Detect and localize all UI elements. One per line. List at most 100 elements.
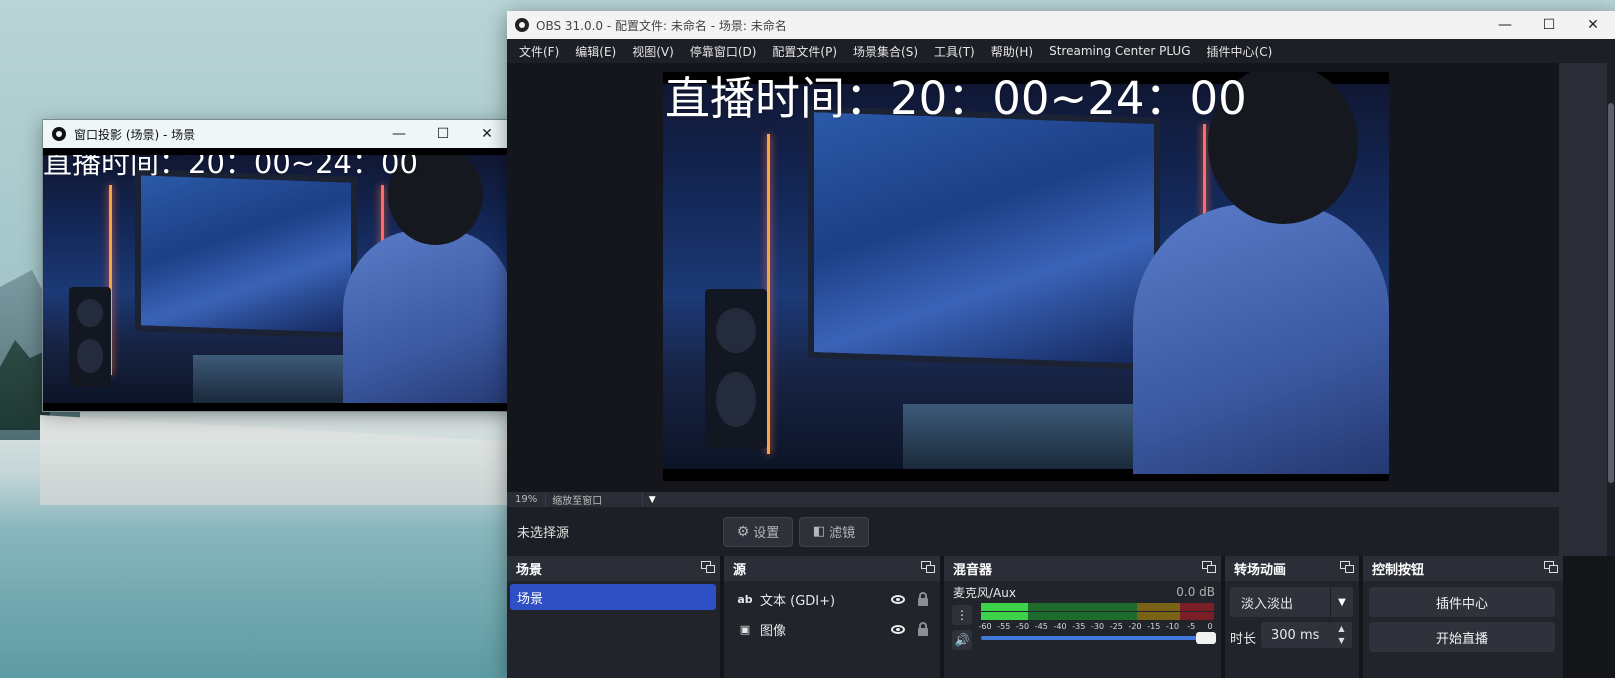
- scrollbar-thumb[interactable]: [1608, 103, 1614, 483]
- gaming-scene-image: [43, 155, 509, 403]
- close-icon[interactable]: ✕: [1571, 11, 1615, 39]
- lock-icon[interactable]: [918, 592, 928, 606]
- preview-overlay-text: 直播时间：20：00~24：00: [665, 72, 1247, 125]
- menu-plugin-center[interactable]: 插件中心(C): [1199, 43, 1281, 60]
- obs-logo-icon: [515, 18, 529, 32]
- meter-tick-label: -10: [1165, 622, 1180, 631]
- gear-icon: ⚙: [736, 523, 750, 540]
- projector-titlebar[interactable]: 窗口投影 (场景) - 场景 — ☐ ✕: [43, 120, 509, 148]
- speaker-shape: [69, 287, 111, 387]
- projector-window[interactable]: 窗口投影 (场景) - 场景 — ☐ ✕ 直播时间：20：00~24：00: [42, 119, 510, 412]
- menu-bar: 文件(F) 编辑(E) 视图(V) 停靠窗口(D) 配置文件(P) 场景集合(S…: [507, 39, 1615, 63]
- right-dock-strip: [1559, 63, 1615, 568]
- zoom-percent: 19%: [507, 492, 547, 507]
- chevron-up-icon[interactable]: ▲: [1338, 623, 1344, 635]
- mixer-dock: 混音器 麦克风/Aux 0.0 dB ⋮ 🔊 -60 -55 -50 -45 -40 -3…: [944, 556, 1221, 678]
- gaming-scene-image: [663, 72, 1389, 474]
- chevron-down-icon[interactable]: ▼: [1338, 635, 1344, 647]
- volume-slider-knob[interactable]: [1196, 632, 1216, 644]
- obs-title: OBS 31.0.0 - 配置文件: 未命名 - 场景: 未命名: [536, 18, 787, 33]
- source-item-image[interactable]: ▣ 图像: [724, 614, 940, 644]
- popout-icon[interactable]: [1340, 561, 1354, 573]
- menu-edit[interactable]: 编辑(E): [567, 43, 624, 60]
- menu-streaming-center[interactable]: Streaming Center PLUG: [1041, 44, 1198, 58]
- speaker-icon[interactable]: 🔊: [952, 630, 972, 650]
- popout-icon[interactable]: [1544, 561, 1558, 573]
- scene-item[interactable]: 场景: [510, 584, 716, 610]
- transition-select[interactable]: 淡入淡出: [1230, 587, 1330, 617]
- menu-view[interactable]: 视图(V): [624, 43, 682, 60]
- projector-overlay-text: 直播时间：20：00~24：00: [43, 155, 418, 180]
- popout-icon[interactable]: [701, 561, 715, 573]
- meter-tick-label: -20: [1128, 622, 1142, 631]
- menu-help[interactable]: 帮助(H): [983, 43, 1041, 60]
- plugin-center-button[interactable]: 插件中心: [1369, 587, 1555, 617]
- controls-dock-header: 控制按钮: [1363, 556, 1563, 581]
- transitions-dock: 转场动画 淡入淡出 ▼ 时长 300 ms ▲ ▼: [1225, 556, 1359, 678]
- monitor-shape: [135, 169, 357, 339]
- lock-icon[interactable]: [918, 622, 928, 636]
- chevron-down-icon[interactable]: ▼: [643, 495, 661, 505]
- controls-dock: 控制按钮 插件中心 开始直播: [1363, 556, 1563, 678]
- meter-tick-label: -40: [1053, 622, 1067, 631]
- minimize-icon[interactable]: —: [1483, 11, 1527, 39]
- meter-ticks: -60 -55 -50 -45 -40 -35 -30 -25 -20 -15 -10 -5 0: [978, 621, 1214, 633]
- text-source-icon: ab: [737, 592, 753, 606]
- obs-titlebar[interactable]: OBS 31.0.0 - 配置文件: 未命名 - 场景: 未命名 — ☐ ✕: [507, 11, 1615, 39]
- volume-meter: -60 -55 -50 -45 -40 -35 -30 -25 -20 -15 -10 -5 0: [978, 603, 1214, 633]
- meter-tick-label: -50: [1015, 622, 1030, 631]
- meter-bar: [981, 603, 1214, 611]
- menu-tools[interactable]: 工具(T): [926, 43, 983, 60]
- obs-logo-icon: [52, 127, 66, 141]
- eye-icon[interactable]: [891, 624, 905, 634]
- speaker-shape: [705, 289, 767, 449]
- minimize-icon[interactable]: —: [377, 120, 421, 148]
- meter-tick-label: -35: [1072, 622, 1086, 631]
- duration-input[interactable]: 300 ms: [1261, 622, 1331, 648]
- mixer-channel-name: 麦克风/Aux: [953, 585, 1016, 600]
- close-icon[interactable]: ✕: [465, 120, 509, 148]
- scenes-dock-header: 场景: [507, 556, 720, 581]
- monitor-shape: [808, 105, 1160, 371]
- duration-label: 时长: [1230, 632, 1257, 647]
- scenes-dock: 场景 场景: [507, 556, 720, 678]
- start-streaming-button[interactable]: 开始直播: [1369, 622, 1555, 652]
- projector-title: 窗口投影 (场景) - 场景: [74, 127, 196, 142]
- popout-icon[interactable]: [921, 561, 935, 573]
- eye-icon[interactable]: [891, 594, 905, 604]
- transitions-dock-header: 转场动画: [1225, 556, 1359, 581]
- meter-tick-label: 0: [1207, 622, 1213, 631]
- volume-slider[interactable]: [981, 632, 1216, 644]
- filter-icon: ◧: [812, 524, 826, 539]
- more-options-icon[interactable]: ⋮: [952, 605, 972, 625]
- maximize-icon[interactable]: ☐: [421, 120, 465, 148]
- chevron-down-icon[interactable]: ▼: [1330, 587, 1353, 617]
- meter-tick-label: -30: [1090, 622, 1105, 631]
- maximize-icon[interactable]: ☐: [1527, 11, 1571, 39]
- menu-scene-collection[interactable]: 场景集合(S): [845, 43, 926, 60]
- neon-light: [767, 134, 770, 454]
- menu-docks[interactable]: 停靠窗口(D): [682, 43, 765, 60]
- image-source-icon: ▣: [739, 622, 751, 636]
- settings-button[interactable]: ⚙ 设置: [723, 516, 793, 547]
- menu-profile[interactable]: 配置文件(P): [764, 43, 845, 60]
- duration-stepper[interactable]: ▲ ▼: [1331, 622, 1352, 648]
- mixer-dock-header: 混音器: [944, 556, 1221, 581]
- meter-tick-label: -45: [1034, 622, 1048, 631]
- dock-area: 场景 场景 源 ab 文本 (GDI+) ▣ 图像 混音器 麦克风/Aux 0.…: [507, 556, 1615, 678]
- meter-tick-label: -60: [978, 622, 992, 631]
- zoom-mode-select[interactable]: 缩放至窗口: [546, 492, 644, 507]
- zoom-bar: 19% 缩放至窗口 ▼: [507, 492, 1559, 507]
- sources-dock: 源 ab 文本 (GDI+) ▣ 图像: [724, 556, 940, 678]
- preview-canvas[interactable]: 直播时间：20：00~24：00: [663, 72, 1389, 481]
- menu-file[interactable]: 文件(F): [511, 43, 567, 60]
- filters-button[interactable]: ◧ 滤镜: [799, 516, 869, 547]
- source-item-text[interactable]: ab 文本 (GDI+): [724, 584, 940, 614]
- preview-area[interactable]: 直播时间：20：00~24：00: [507, 63, 1559, 492]
- meter-bar: [981, 612, 1214, 620]
- no-source-label: 未选择源: [517, 526, 570, 541]
- popout-icon[interactable]: [1202, 561, 1216, 573]
- obs-main-window[interactable]: OBS 31.0.0 - 配置文件: 未命名 - 场景: 未命名 — ☐ ✕ 文…: [507, 11, 1615, 678]
- person-shape: [1133, 204, 1389, 474]
- meter-tick-label: -25: [1109, 622, 1123, 631]
